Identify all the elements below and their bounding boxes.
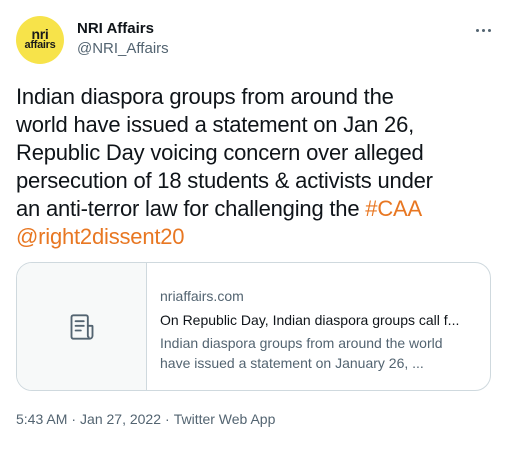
avatar[interactable]: nri affairs xyxy=(16,16,64,64)
author-display-name[interactable]: NRI Affairs xyxy=(77,19,154,39)
card-description-line: have issued a statement on January 26, .… xyxy=(160,355,424,371)
more-horizontal-icon xyxy=(475,28,479,32)
tweet-text-line: world have issued a statement on Jan 26, xyxy=(16,112,415,137)
tweet-metadata: 5:43 AM · Jan 27, 2022 · Twitter Web App xyxy=(16,409,275,429)
author-handle[interactable]: @NRI_Affairs xyxy=(77,39,169,59)
tweet-time-link[interactable]: 5:43 AM xyxy=(16,411,67,427)
tweet-text-line-mention: @right2dissent20 xyxy=(16,223,506,251)
more-options-button[interactable] xyxy=(468,20,498,40)
tweet-text-line: persecution of 18 students & activists u… xyxy=(16,168,433,193)
tweet-text-line: Republic Day voicing concern over allege… xyxy=(16,140,424,165)
tweet-text-line: Indian diaspora groups from around the xyxy=(16,84,394,109)
mention-link[interactable]: @right2dissent20 xyxy=(16,224,185,249)
article-document-icon xyxy=(70,313,93,340)
tweet: nri affairs NRI Affairs @NRI_Affairs Ind… xyxy=(0,0,517,455)
card-thumbnail xyxy=(17,263,147,390)
card-title: On Republic Day, Indian diaspora groups … xyxy=(160,312,460,328)
link-preview-card[interactable]: nriaffairs.com On Republic Day, Indian d… xyxy=(16,262,491,391)
card-description: Indian diaspora groups from around the w… xyxy=(160,333,477,373)
card-description-line: Indian diaspora groups from around the w… xyxy=(160,335,443,351)
tweet-text-line-with-hashtag: an anti-terror law for challenging the #… xyxy=(16,196,422,221)
card-body: nriaffairs.com On Republic Day, Indian d… xyxy=(147,263,490,390)
avatar-logo: nri affairs xyxy=(24,26,56,51)
more-horizontal-icon-dot xyxy=(487,28,491,32)
more-horizontal-icon-dot xyxy=(481,28,485,32)
tweet-text: Indian diaspora groups from around the w… xyxy=(16,83,506,251)
tweet-source-link[interactable]: Twitter Web App xyxy=(174,411,276,427)
tweet-date-link[interactable]: Jan 27, 2022 xyxy=(80,411,161,427)
meta-separator: · xyxy=(71,411,77,427)
meta-separator: · xyxy=(165,411,170,427)
hashtag-link[interactable]: #CAA xyxy=(365,196,422,221)
card-domain: nriaffairs.com xyxy=(160,288,244,304)
